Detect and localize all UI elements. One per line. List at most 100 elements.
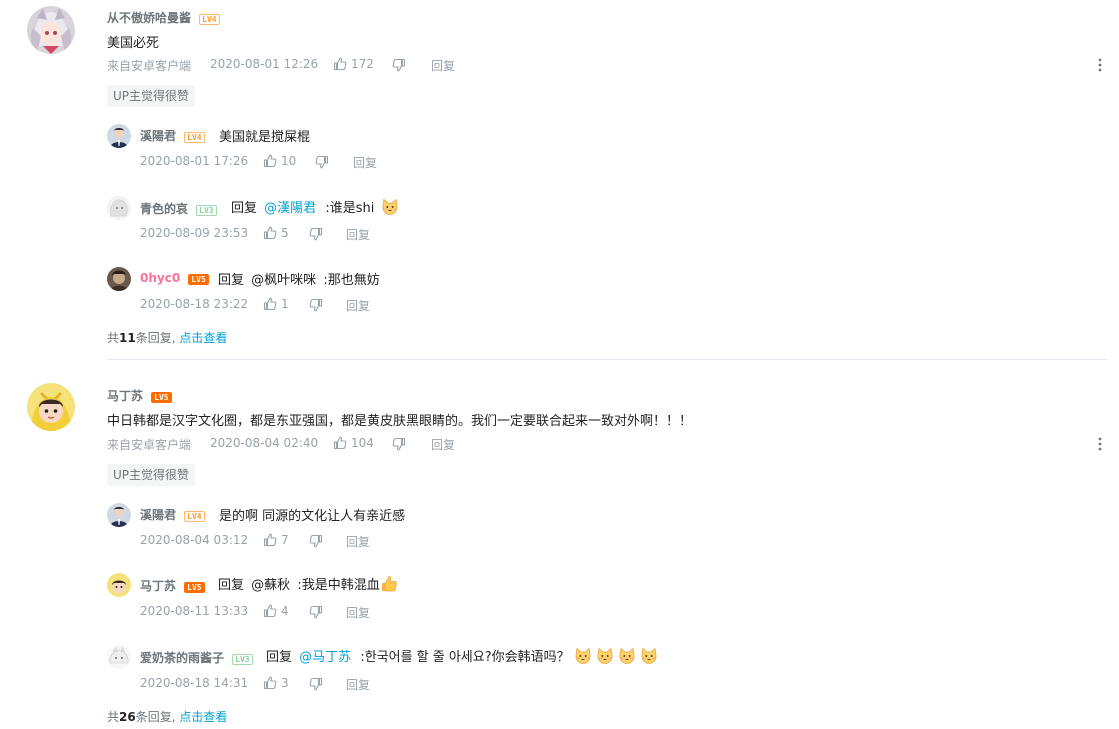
avatar[interactable] xyxy=(27,6,75,54)
reply-button[interactable]: 回复 xyxy=(346,297,370,314)
reply-text: 美国就是搅屎棍 xyxy=(219,130,311,145)
avatar[interactable] xyxy=(107,503,131,527)
comment-time: 2020-08-04 02:40 xyxy=(210,436,319,450)
thumbs-up-icon[interactable] xyxy=(263,226,277,240)
level-badge: LV5 xyxy=(184,582,205,593)
reply-header: 溪陽君 LV4 xyxy=(140,127,205,144)
more-vertical-icon[interactable] xyxy=(1096,436,1104,452)
more-vertical-icon[interactable] xyxy=(1096,57,1104,73)
reply-button[interactable]: 回复 xyxy=(353,154,377,171)
level-badge: LV5 xyxy=(151,392,172,403)
view-replies-link[interactable]: 点击查看 xyxy=(179,710,227,724)
username[interactable]: 溪陽君 xyxy=(140,508,176,522)
avatar[interactable] xyxy=(107,124,131,148)
thumbs-down-icon[interactable] xyxy=(315,155,329,169)
username[interactable]: 溪陽君 xyxy=(140,129,176,143)
reply-prefix: 回复 xyxy=(218,273,245,288)
level-badge: LV4 xyxy=(184,132,205,143)
reply-text: 回复 @枫叶咪咪 :那也無妨 xyxy=(218,269,380,288)
reply-header: 0hyc0 LV5 xyxy=(140,271,209,286)
level-badge: LV5 xyxy=(188,274,209,285)
view-more-replies: 共26条回复, 点击查看 xyxy=(107,708,227,725)
thumbs-down-icon[interactable] xyxy=(309,534,323,548)
reply-text: 回复 @漢陽君 :谁是shi xyxy=(231,197,399,216)
up-liked-tag: UP主觉得很赞 xyxy=(107,464,196,486)
username[interactable]: 青色的哀 xyxy=(140,202,188,216)
comment-thread: 从不傲娇哈曼酱 LV4 美国必死 来自安卓客户端 2020-08-01 12:2… xyxy=(0,0,1119,350)
view-more-replies: 共11条回复, 点击查看 xyxy=(107,329,227,346)
reply-button[interactable]: 回复 xyxy=(431,57,455,74)
avatar[interactable] xyxy=(107,196,131,220)
thumbs-up-icon[interactable] xyxy=(263,676,277,690)
reply-button[interactable]: 回复 xyxy=(346,604,370,621)
reply-text: 回复 @马丁苏 :한국어를 할 줄 아세요?你会韩语吗？ xyxy=(266,646,658,665)
reply-time: 2020-08-18 14:31 xyxy=(140,676,249,690)
reply-prefix: 回复 xyxy=(218,578,245,593)
like-count: 172 xyxy=(351,57,374,71)
cat-face-emoji xyxy=(618,647,636,665)
username[interactable]: 从不傲娇哈曼酱 xyxy=(107,11,191,25)
avatar[interactable] xyxy=(107,573,131,597)
thumbs-up-icon[interactable] xyxy=(263,297,277,311)
reply-button[interactable]: 回复 xyxy=(346,533,370,550)
thumbs-down-icon[interactable] xyxy=(392,58,406,72)
view-replies-link[interactable]: 点击查看 xyxy=(179,331,227,345)
username[interactable]: 0hyc0 xyxy=(140,271,180,285)
mention-text[interactable]: @枫叶咪咪 xyxy=(251,273,316,288)
reply-button[interactable]: 回复 xyxy=(346,226,370,243)
comment-source: 来自安卓客户端 xyxy=(107,59,192,73)
comment-text: 中日韩都是汉字文化圈，都是东亚强国，都是黄皮肤黑眼睛的。我们一定要联合起来一致对… xyxy=(107,414,693,429)
reply-time: 2020-08-09 23:53 xyxy=(140,226,249,240)
comment-thread: 马丁苏 LV5 中日韩都是汉字文化圈，都是东亚强国，都是黄皮肤黑眼睛的。我们一定… xyxy=(0,378,1119,729)
thumbs-down-icon[interactable] xyxy=(309,677,323,691)
like-count: 7 xyxy=(281,533,289,547)
comment-header: 从不傲娇哈曼酱 LV4 xyxy=(107,9,220,26)
reply-header: 爱奶茶的雨酱子 LV3 xyxy=(140,649,253,666)
mention-text[interactable]: @蘇秋 xyxy=(251,578,290,593)
footer-suffix: 条回复, xyxy=(135,710,176,724)
thumbs-up-icon[interactable] xyxy=(263,604,277,618)
reply-header: 青色的哀 LV3 xyxy=(140,200,217,217)
avatar[interactable] xyxy=(107,645,131,669)
like-count: 10 xyxy=(281,154,297,168)
mention-link[interactable]: @马丁苏 xyxy=(299,650,351,665)
up-liked-tag: UP主觉得很赞 xyxy=(107,85,196,107)
cat-face-emoji xyxy=(640,647,658,665)
reply-button[interactable]: 回复 xyxy=(346,676,370,693)
mention-link[interactable]: @漢陽君 xyxy=(264,201,316,216)
reply-count: 26 xyxy=(119,710,136,724)
thumbs-up-icon[interactable] xyxy=(263,154,277,168)
thumbs-down-icon[interactable] xyxy=(309,298,323,312)
footer-prefix: 共 xyxy=(107,710,120,724)
avatar[interactable] xyxy=(107,267,131,291)
reply-body: :那也無妨 xyxy=(323,273,380,288)
avatar[interactable] xyxy=(27,383,75,431)
like-count: 5 xyxy=(281,226,289,240)
thumbs-up-icon[interactable] xyxy=(333,436,347,450)
reply-time: 2020-08-18 23:22 xyxy=(140,297,249,311)
thread-divider xyxy=(107,359,1107,360)
reply-header: 马丁苏 LV5 xyxy=(140,577,205,594)
comment-source: 来自安卓客户端 xyxy=(107,438,192,452)
thumbs-down-icon[interactable] xyxy=(392,437,406,451)
reply-time: 2020-08-11 13:33 xyxy=(140,604,249,618)
thumbs-up-emoji xyxy=(380,575,398,593)
reply-button[interactable]: 回复 xyxy=(431,436,455,453)
username[interactable]: 爱奶茶的雨酱子 xyxy=(140,651,224,665)
cat-face-emoji xyxy=(596,647,614,665)
thumbs-up-icon[interactable] xyxy=(263,533,277,547)
reply-body: :我是中韩混血 xyxy=(297,578,380,593)
like-count: 4 xyxy=(281,604,289,618)
username[interactable]: 马丁苏 xyxy=(107,389,143,403)
level-badge: LV3 xyxy=(196,205,217,216)
cat-face-emoji xyxy=(574,647,592,665)
thumbs-down-icon[interactable] xyxy=(309,605,323,619)
reply-body: :한국어를 할 줄 아세요?你会韩语吗？ xyxy=(360,650,570,665)
level-badge: LV4 xyxy=(184,511,205,522)
like-count: 3 xyxy=(281,676,289,690)
level-badge: LV4 xyxy=(199,14,220,25)
thumbs-up-icon[interactable] xyxy=(333,57,347,71)
footer-suffix: 条回复, xyxy=(135,331,176,345)
thumbs-down-icon[interactable] xyxy=(309,227,323,241)
username[interactable]: 马丁苏 xyxy=(140,579,176,593)
